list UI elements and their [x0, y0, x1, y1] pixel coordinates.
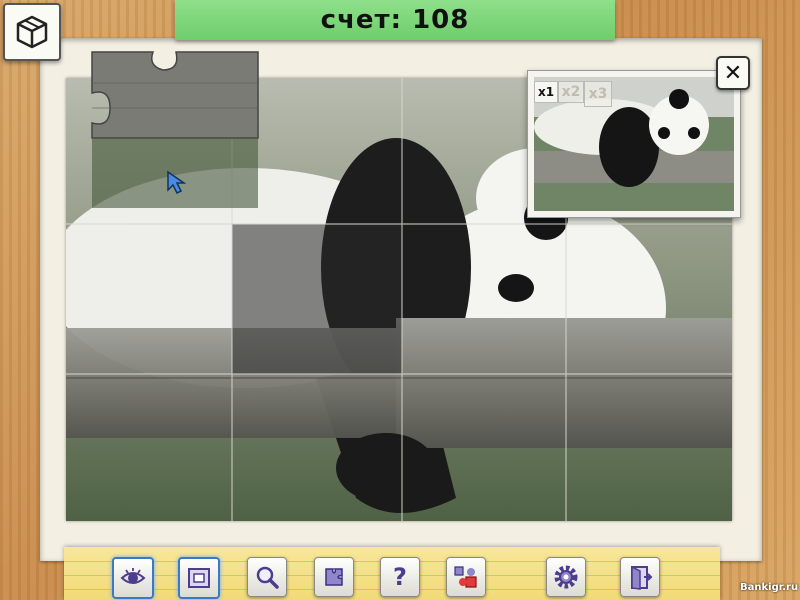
- puzzle-pieces-icon: [325, 568, 343, 586]
- settings-button[interactable]: [546, 557, 586, 597]
- frame-icon: [188, 568, 210, 588]
- help-icon: ?: [393, 563, 407, 591]
- exit-door-icon: [631, 565, 653, 590]
- settings-gear-icon: [554, 565, 578, 589]
- score-tab: счет: 108: [175, 0, 615, 40]
- arrow-cursor-icon: [167, 170, 187, 195]
- box-icon: [16, 15, 48, 49]
- bottom-toolbar: ?: [64, 547, 720, 600]
- watermark: Bankigr.ru: [740, 582, 799, 593]
- score-label: счет: 108: [320, 5, 470, 35]
- show-edges-button[interactable]: [178, 557, 220, 599]
- zoom-x1-button[interactable]: x1: [534, 81, 558, 103]
- eye-icon: [120, 568, 146, 584]
- sort-pieces-button[interactable]: [314, 557, 354, 597]
- puzzle-shuffle-icon: [454, 566, 477, 588]
- magnifier-button[interactable]: [247, 557, 287, 597]
- exit-button[interactable]: [620, 557, 660, 597]
- close-preview-button[interactable]: ✕: [716, 56, 750, 90]
- reference-preview: x1 x2 x3: [527, 70, 741, 218]
- zoom-x3-button[interactable]: x3: [584, 81, 612, 107]
- magnifier-icon: [256, 566, 279, 589]
- show-picture-button[interactable]: [112, 557, 154, 599]
- zoom-x2-button[interactable]: x2: [558, 81, 584, 103]
- shuffle-pieces-button[interactable]: [446, 557, 486, 597]
- puzzle-box-button[interactable]: [3, 3, 61, 61]
- close-icon: ✕: [723, 60, 743, 86]
- help-button[interactable]: ?: [380, 557, 420, 597]
